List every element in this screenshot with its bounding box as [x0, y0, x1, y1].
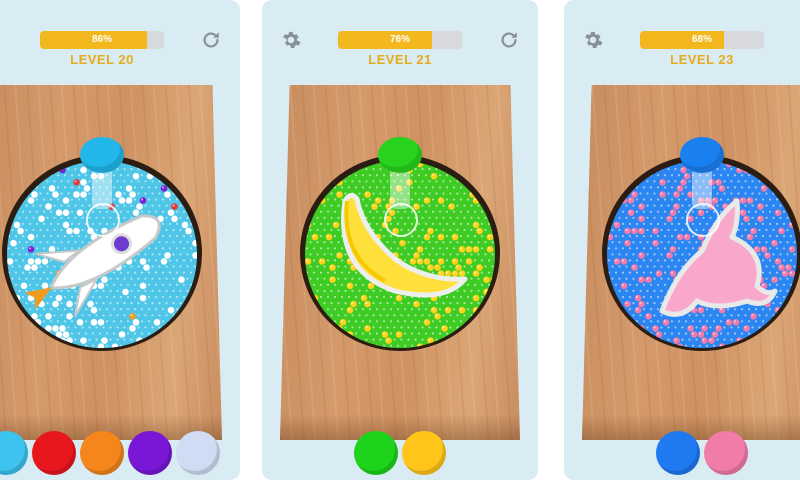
restart-icon[interactable]	[498, 29, 520, 51]
progress-percent: 68%	[691, 34, 712, 45]
pusher-plunger[interactable]	[80, 137, 124, 237]
settings-gear-icon[interactable]	[582, 29, 604, 51]
restart-icon[interactable]	[200, 29, 222, 51]
settings-gear-icon[interactable]	[280, 29, 302, 51]
color-palette	[262, 431, 538, 477]
color-swatch[interactable]	[128, 431, 172, 475]
level-progress-bar: 86%	[40, 31, 164, 49]
wooden-board	[582, 85, 800, 440]
wooden-board	[0, 85, 222, 440]
pusher-plunger[interactable]	[378, 137, 422, 237]
color-swatch[interactable]	[704, 431, 748, 475]
level-progress-bar: 68%	[640, 31, 764, 49]
color-swatch[interactable]	[0, 431, 28, 475]
wooden-board	[280, 85, 520, 440]
color-swatch[interactable]	[402, 431, 446, 475]
game-screen-3: 68% LEVEL 23	[564, 0, 800, 480]
progress-percent: 76%	[389, 34, 410, 45]
progress-percent: 86%	[91, 34, 112, 45]
color-palette	[0, 431, 240, 477]
color-swatch[interactable]	[354, 431, 398, 475]
pusher-plunger[interactable]	[680, 137, 724, 237]
level-progress-bar: 76%	[338, 31, 462, 49]
level-label: LEVEL 21	[368, 52, 432, 67]
level-label: LEVEL 23	[670, 52, 734, 67]
level-label: LEVEL 20	[70, 52, 134, 67]
color-swatch[interactable]	[80, 431, 124, 475]
color-swatch[interactable]	[32, 431, 76, 475]
color-palette	[564, 431, 800, 477]
game-screen-1: 86% LEVEL 20	[0, 0, 240, 480]
game-screen-2: 76% LEVEL 21	[262, 0, 538, 480]
color-swatch[interactable]	[656, 431, 700, 475]
color-swatch[interactable]	[176, 431, 220, 475]
